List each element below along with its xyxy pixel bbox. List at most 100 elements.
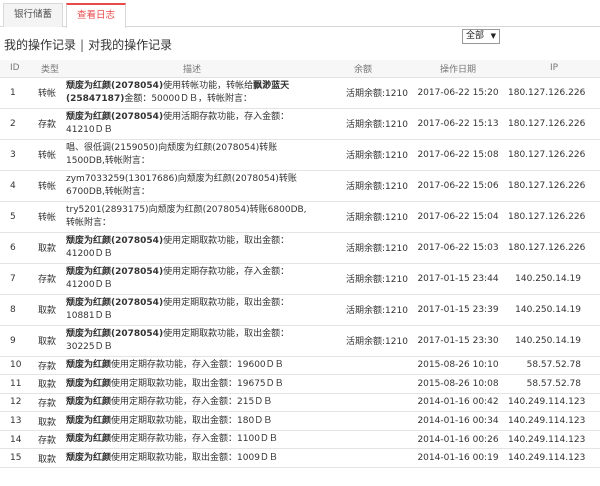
cell-ip: 180.127.126.226 xyxy=(508,170,600,202)
cell-balance xyxy=(318,356,408,376)
cell-ip: 180.127.126.226 xyxy=(508,77,600,109)
tab-bank-savings[interactable]: 银行储蓄 xyxy=(3,3,63,27)
cell-type: 取款 xyxy=(34,294,66,326)
cell-date: 2014-01-16 00:42 xyxy=(408,393,508,413)
cell-date: 2017-06-22 15:03 xyxy=(408,232,508,264)
cell-ip: 180.127.126.226 xyxy=(508,139,600,171)
desc-text: zym7033259(13017686)向颓废为红颜(2078054)转账670… xyxy=(66,174,297,197)
cell-date: 2015-08-26 10:10 xyxy=(408,356,508,376)
cell-balance xyxy=(318,430,408,450)
cell-balance xyxy=(318,374,408,394)
cell-balance: 活期余额:1210 xyxy=(318,170,408,202)
cell-balance: 活期余额:1210 xyxy=(318,77,408,109)
cell-balance: 活期余额:1210 xyxy=(318,232,408,264)
cell-description: 唱、很低调(2159050)向颓废为红颜(2078054)转账1500DB,转帐… xyxy=(66,139,318,171)
cell-date: 2017-06-22 15:04 xyxy=(408,201,508,233)
cell-type: 转帐 xyxy=(34,201,66,233)
cell-date: 2014-01-16 00:26 xyxy=(408,430,508,450)
cell-date: 2017-06-22 15:13 xyxy=(408,108,508,140)
cell-type: 取款 xyxy=(34,448,66,469)
column-header-type: 类型 xyxy=(34,60,66,78)
cell-ip: 180.127.126.226 xyxy=(508,232,600,264)
column-header-balance: 余额 xyxy=(318,60,408,78)
cell-ip: 140.250.14.19 xyxy=(508,294,600,326)
cell-balance: 活期余额:1210 xyxy=(318,263,408,295)
column-header-date: 操作日期 xyxy=(408,60,508,78)
desc-user: 颓废为红颜(2078054) xyxy=(66,236,164,246)
cell-description: 颓废为红颜使用定期存款功能，存入金额：215ＤＢ xyxy=(66,393,318,413)
cell-description: 颓废为红颜(2078054)使用转帐功能，转帐给飘渺蓝天(25847187)金额… xyxy=(66,77,318,109)
table-row: 6 取款 颓废为红颜(2078054)使用定期取款功能，取出金额：41200ＤＢ 活期… xyxy=(0,232,600,264)
cell-id: 6 xyxy=(0,232,34,264)
column-header-id: ID xyxy=(0,60,34,78)
type-filter-select[interactable]: 全部 ▼ xyxy=(462,29,500,44)
chevron-down-icon: ▼ xyxy=(490,32,496,40)
cell-ip: 140.250.14.19 xyxy=(508,263,600,295)
cell-date: 2014-01-16 00:34 xyxy=(408,411,508,431)
cell-balance: 活期余额:1210 xyxy=(318,325,408,357)
cell-date: 2017-06-22 15:08 xyxy=(408,139,508,171)
table-header-row: ID 类型 描述 余额 操作日期 IP xyxy=(0,60,600,78)
desc-text: 唱、很低调(2159050)向颓废为红颜(2078054)转账1500DB,转帐… xyxy=(66,143,278,166)
cell-balance xyxy=(318,411,408,431)
cell-type: 转帐 xyxy=(34,77,66,109)
cell-description: try5201(2893175)向颓废为红颜(2078054)转账6800DB,… xyxy=(66,201,318,233)
cell-description: 颓废为红颜使用定期取款功能，取出金额：1009ＤＢ xyxy=(66,448,318,469)
cell-id: 11 xyxy=(0,374,34,394)
cell-balance xyxy=(318,448,408,469)
cell-type: 存款 xyxy=(34,430,66,450)
desc-user: 颓废为红颜 xyxy=(66,397,112,408)
desc-user: 颓废为红颜 xyxy=(66,434,112,445)
cell-ip: 140.249.114.123 xyxy=(508,430,600,450)
desc-text: try5201(2893175)向颓废为红颜(2078054)转账6800DB,… xyxy=(66,205,307,228)
table-row: 5 转帐 try5201(2893175)向颓废为红颜(2078054)转账6800… xyxy=(0,201,600,233)
cell-description: 颓废为红颜使用定期取款功能，取出金额：19675ＤＢ xyxy=(66,374,318,394)
table-row: 9 取款 颓废为红颜(2078054)使用定期取款功能，取出金额：30225ＤＢ 活期… xyxy=(0,325,600,357)
records-about-me-link[interactable]: 对我的操作记录 xyxy=(88,38,172,52)
cell-ip: 140.249.114.123 xyxy=(508,411,600,431)
cell-ip: 180.127.126.226 xyxy=(508,108,600,140)
cell-type: 取款 xyxy=(34,232,66,264)
column-header-ip: IP xyxy=(508,60,600,78)
cell-ip: 140.249.114.123 xyxy=(508,393,600,413)
cell-description: 颓废为红颜(2078054)使用定期取款功能，取出金额：30225ＤＢ xyxy=(66,325,318,357)
cell-id: 15 xyxy=(0,448,34,469)
cell-description: 颓废为红颜(2078054)使用定期存款功能，存入金额：41200ＤＢ xyxy=(66,263,318,295)
cell-ip: 58.57.52.78 xyxy=(508,356,600,376)
cell-id: 8 xyxy=(0,294,34,326)
cell-type: 存款 xyxy=(34,393,66,413)
table-row: 3 转帐 唱、很低调(2159050)向颓废为红颜(2078054)转账1500DB… xyxy=(0,139,600,171)
cell-type: 转帐 xyxy=(34,170,66,202)
cell-type: 取款 xyxy=(34,374,66,394)
cell-ip: 140.249.114.123 xyxy=(508,448,600,469)
cell-date: 2017-01-15 23:39 xyxy=(408,294,508,326)
desc-user: 颓废为红颜(2078054) xyxy=(66,112,164,122)
desc-text-2: 金额：50000ＤＢ，转帐附言： xyxy=(124,93,252,104)
cell-description: 颓废为红颜使用定期存款功能，存入金额：19600ＤＢ xyxy=(66,356,318,376)
table-row: 10 存款 颓废为红颜使用定期存款功能，存入金额：19600ＤＢ 2015-08-26… xyxy=(0,356,600,376)
table-row: 1 转帐 颓废为红颜(2078054)使用转帐功能，转帐给飘渺蓝天(25847187… xyxy=(0,77,600,109)
desc-text: 使用定期存款功能，存入金额：215ＤＢ xyxy=(111,397,273,408)
cell-ip: 140.250.14.19 xyxy=(508,325,600,357)
desc-text: 使用定期取款功能，取出金额：1009ＤＢ xyxy=(111,453,278,464)
heading-separator: | xyxy=(80,38,85,52)
table-row: 13 取款 颓废为红颜使用定期取款功能，取出金额：180ＤＢ 2014-01-16 0… xyxy=(0,411,600,431)
log-table: ID 类型 描述 余额 操作日期 IP 1 转帐 颓废为红颜(2078054)使用转… xyxy=(0,60,600,469)
cell-id: 13 xyxy=(0,411,34,431)
desc-user: 颓废为红颜(2078054) xyxy=(66,81,164,91)
table-row: 2 存款 颓废为红颜(2078054)使用活期存款功能，存入金额：41210ＤＢ 活期… xyxy=(0,108,600,140)
cell-ip: 58.57.52.78 xyxy=(508,374,600,394)
desc-user: 颓废为红颜(2078054) xyxy=(66,267,164,277)
desc-user: 颓废为红颜 xyxy=(66,453,112,464)
cell-description: 颓废为红颜(2078054)使用定期取款功能，取出金额：10881ＤＢ xyxy=(66,294,318,326)
cell-id: 9 xyxy=(0,325,34,357)
my-records-link[interactable]: 我的操作记录 xyxy=(4,38,76,52)
cell-id: 4 xyxy=(0,170,34,202)
desc-user: 颓废为红颜(2078054) xyxy=(66,298,164,308)
cell-description: 颓废为红颜(2078054)使用活期存款功能，存入金额：41210ＤＢ xyxy=(66,108,318,140)
cell-id: 1 xyxy=(0,77,34,109)
cell-description: zym7033259(13017686)向颓废为红颜(2078054)转账670… xyxy=(66,170,318,202)
log-table-container: ID 类型 描述 余额 操作日期 IP 1 转帐 颓废为红颜(2078054)使用转… xyxy=(0,60,600,486)
tab-view-log[interactable]: 查看日志 xyxy=(66,3,126,28)
cell-id: 2 xyxy=(0,108,34,140)
